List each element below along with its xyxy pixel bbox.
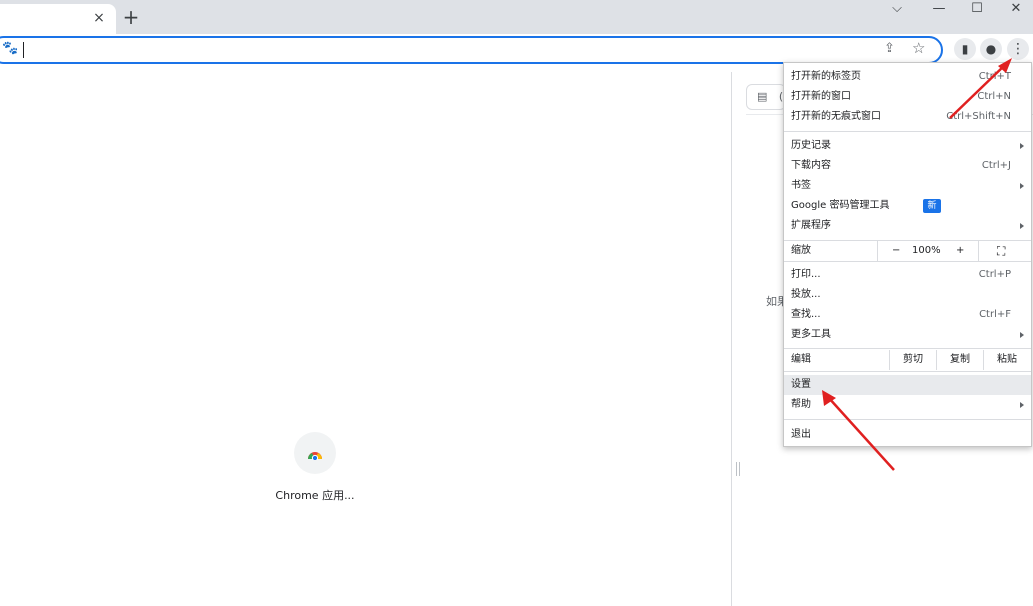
annotation-arrow-menu — [949, 63, 1007, 119]
annotation-arrows — [822, 58, 1012, 471]
annotation-arrow-settings — [827, 396, 895, 471]
browser-window: × + ⌵ — ☐ ✕ 🐾 ⇪ ☆ ▮ ● ⋮ Chrome 应用... ▤ (… — [0, 0, 1033, 606]
